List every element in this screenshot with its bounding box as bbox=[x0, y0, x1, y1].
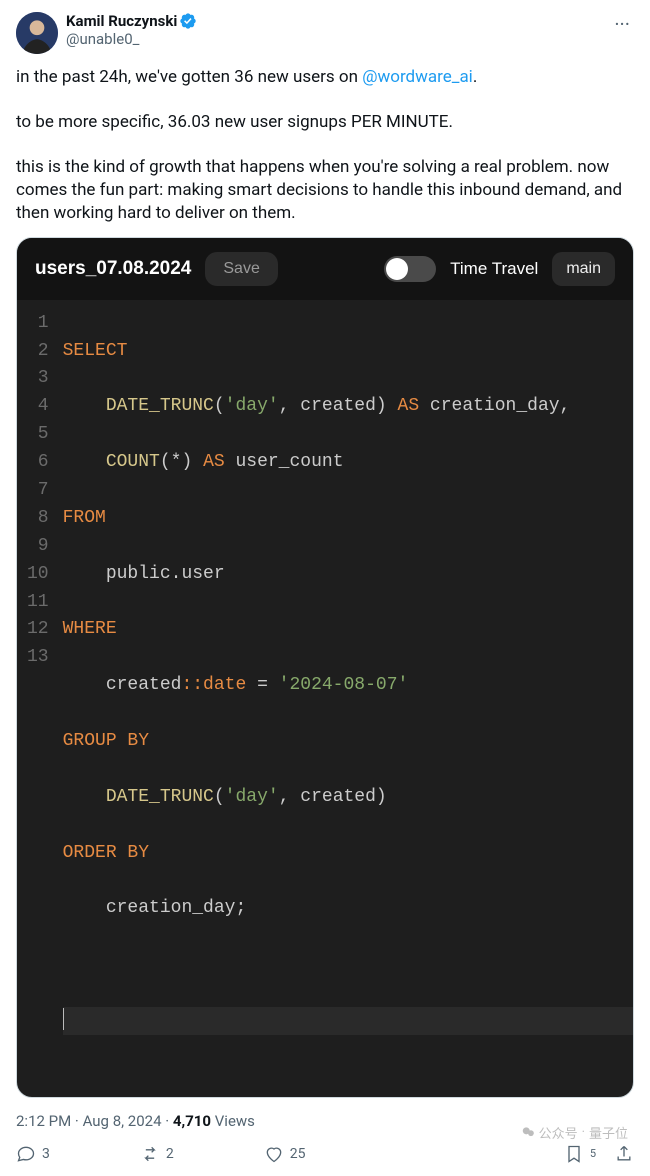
line-gutter: 1 2 3 4 5 6 7 8 9 10 11 12 13 bbox=[17, 310, 63, 1091]
bookmark-button[interactable]: 5 bbox=[564, 1144, 596, 1164]
views-label: Views bbox=[211, 1112, 255, 1130]
text: this is the kind of growth that happens … bbox=[16, 156, 634, 225]
mention-link[interactable]: @wordware_ai bbox=[362, 67, 473, 87]
avatar[interactable] bbox=[16, 12, 58, 54]
like-button[interactable]: 25 bbox=[264, 1144, 306, 1164]
display-name[interactable]: Kamil Ruczynski bbox=[66, 12, 177, 30]
views-count[interactable]: 4,710 bbox=[173, 1112, 211, 1130]
verified-badge-icon bbox=[179, 12, 197, 30]
tweet-text: in the past 24h, we've gotten 36 new use… bbox=[16, 66, 634, 225]
bookmark-icon bbox=[564, 1144, 584, 1164]
retweet-button[interactable]: 2 bbox=[140, 1144, 174, 1164]
heart-icon bbox=[264, 1144, 284, 1164]
wechat-icon bbox=[521, 1125, 535, 1139]
code-content[interactable]: SELECT DATE_TRUNC('day', created) AS cre… bbox=[63, 310, 633, 1091]
save-button[interactable]: Save bbox=[205, 252, 277, 286]
user-handle[interactable]: @unable0_ bbox=[66, 30, 602, 48]
branch-button[interactable]: main bbox=[552, 252, 615, 286]
watermark: 公众号 · 量子位 bbox=[521, 1123, 628, 1142]
share-button[interactable] bbox=[614, 1144, 634, 1164]
time-travel-label: Time Travel bbox=[450, 259, 538, 279]
post-date[interactable]: Aug 8, 2024 bbox=[83, 1112, 162, 1130]
post-time[interactable]: 2:12 PM bbox=[16, 1112, 71, 1130]
user-info: Kamil Ruczynski @unable0_ bbox=[66, 12, 602, 48]
text: to be more specific, 36.03 new user sign… bbox=[16, 111, 634, 134]
file-title: users_07.08.2024 bbox=[35, 258, 191, 280]
reply-button[interactable]: 3 bbox=[16, 1144, 50, 1164]
tweet-actions: 3 2 25 5 bbox=[16, 1144, 634, 1164]
editor-header: users_07.08.2024 Save Time Travel main bbox=[17, 238, 633, 300]
embedded-media[interactable]: users_07.08.2024 Save Time Travel main 1… bbox=[16, 237, 634, 1098]
retweet-icon bbox=[140, 1144, 160, 1164]
share-icon bbox=[614, 1144, 634, 1164]
text: in the past 24h, we've gotten 36 new use… bbox=[16, 67, 362, 87]
reply-icon bbox=[16, 1144, 36, 1164]
more-options-icon[interactable]: ··· bbox=[610, 12, 634, 36]
time-travel-toggle[interactable] bbox=[384, 256, 436, 282]
tweet-header: Kamil Ruczynski @unable0_ ··· bbox=[16, 12, 634, 54]
text: . bbox=[473, 67, 477, 87]
code-editor: 1 2 3 4 5 6 7 8 9 10 11 12 13 SELECT DAT… bbox=[17, 300, 633, 1097]
